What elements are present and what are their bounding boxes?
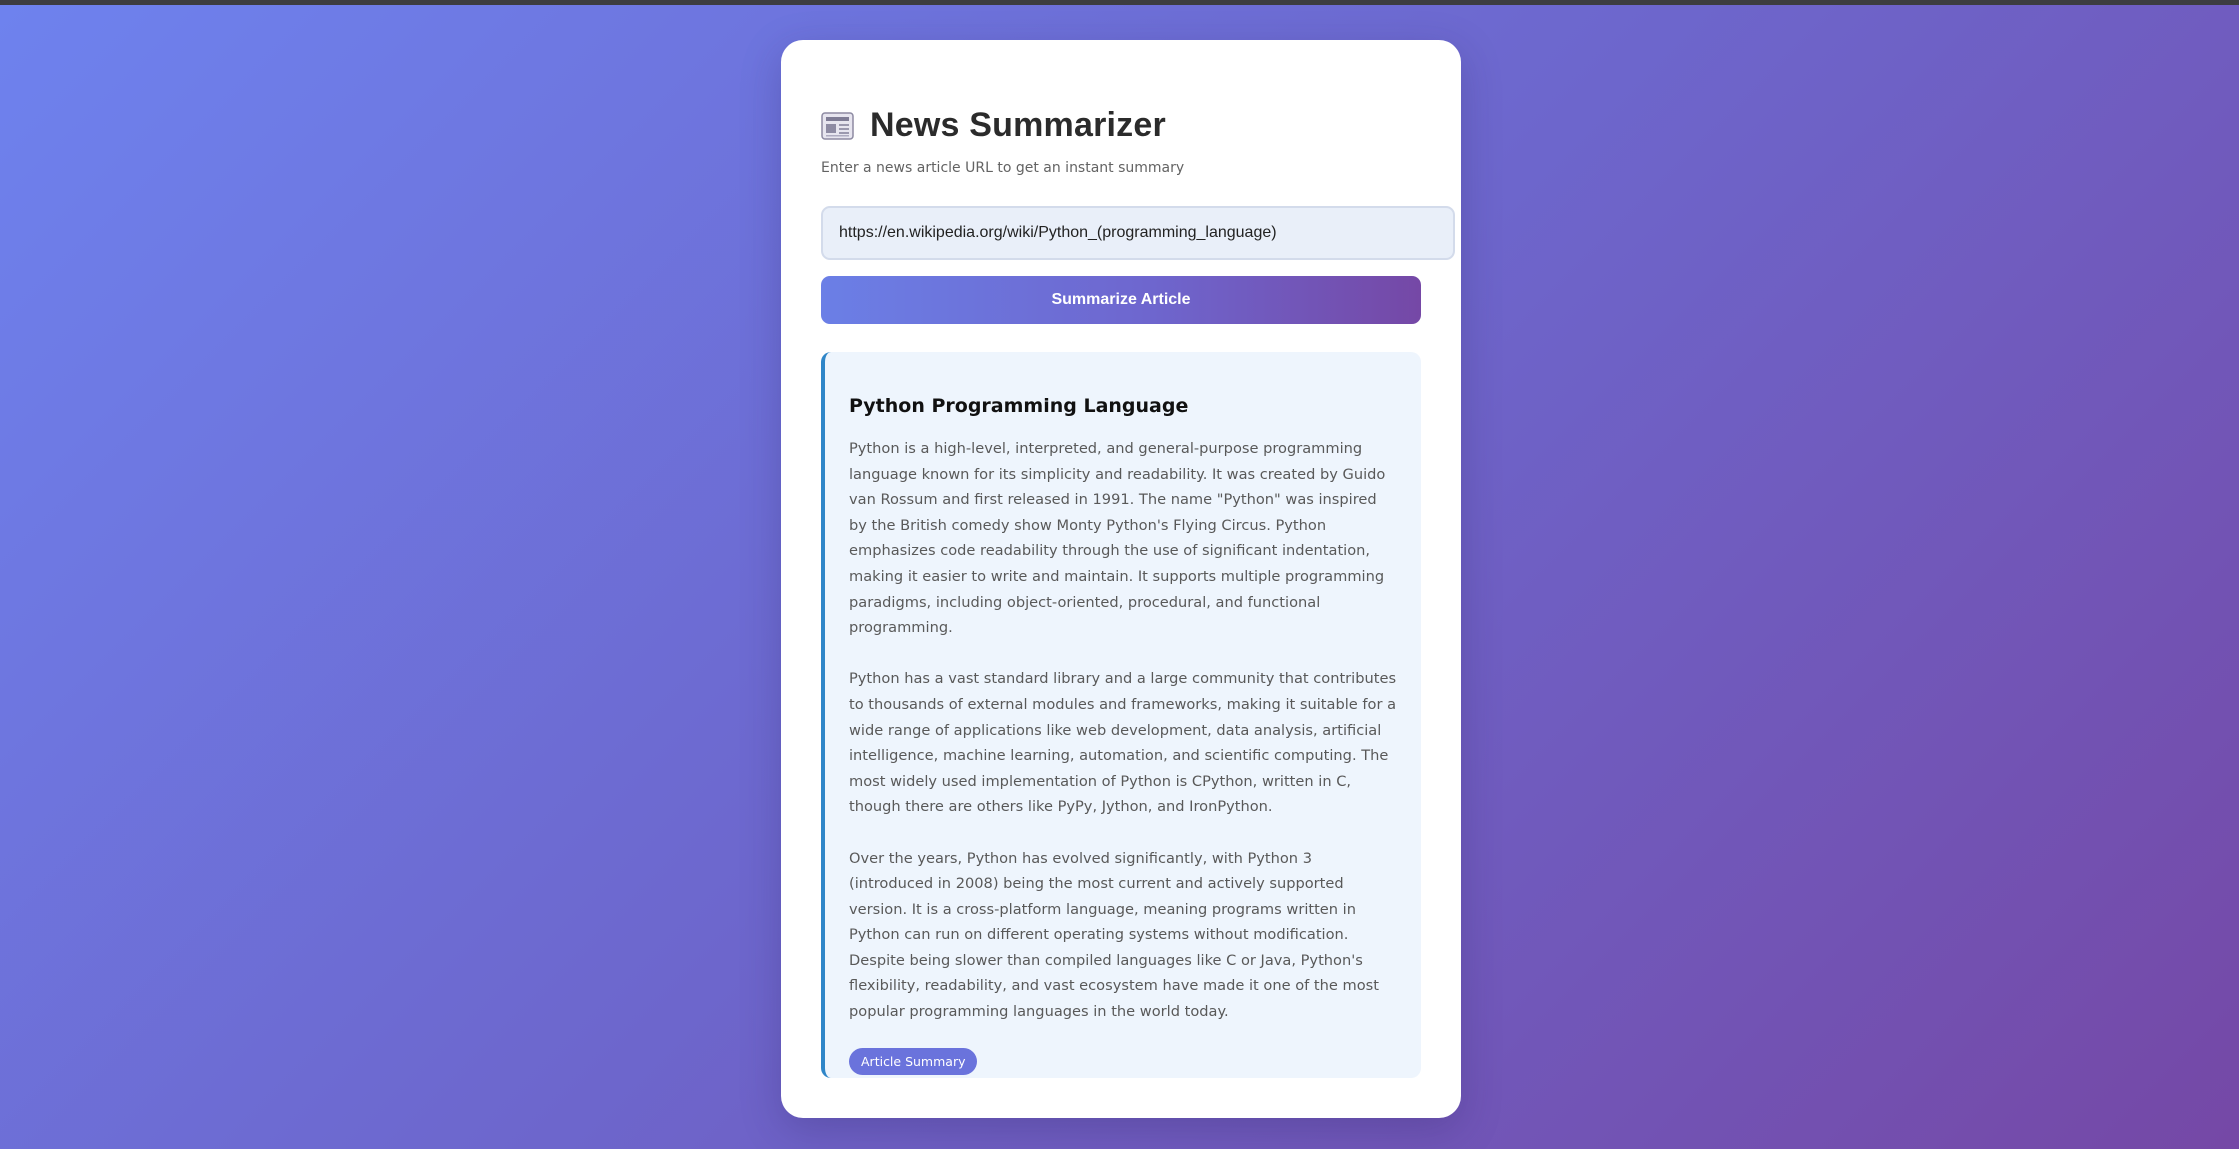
page-title: News Summarizer (870, 106, 1166, 144)
summary-paragraph: Over the years, Python has evolved signi… (849, 849, 1379, 1021)
top-strip (0, 0, 2239, 5)
app-header: News Summarizer (821, 106, 1166, 145)
summary-badge: Article Summary (849, 1048, 978, 1076)
summary-panel: Python Programming Language Python is a … (821, 352, 1421, 1078)
summary-title: Python Programming Language (849, 395, 1189, 417)
page-subtitle: Enter a news article URL to get an insta… (821, 160, 1185, 176)
summary-paragraph: Python has a vast standard library and a… (849, 670, 1397, 816)
summarize-button[interactable]: Summarize Article (821, 276, 1421, 324)
url-input[interactable] (821, 206, 1455, 260)
summary-paragraph: Python is a high-level, interpreted, and… (849, 440, 1386, 637)
newspaper-icon (821, 111, 855, 141)
summarizer-card: News Summarizer Enter a news article URL… (781, 40, 1461, 1118)
